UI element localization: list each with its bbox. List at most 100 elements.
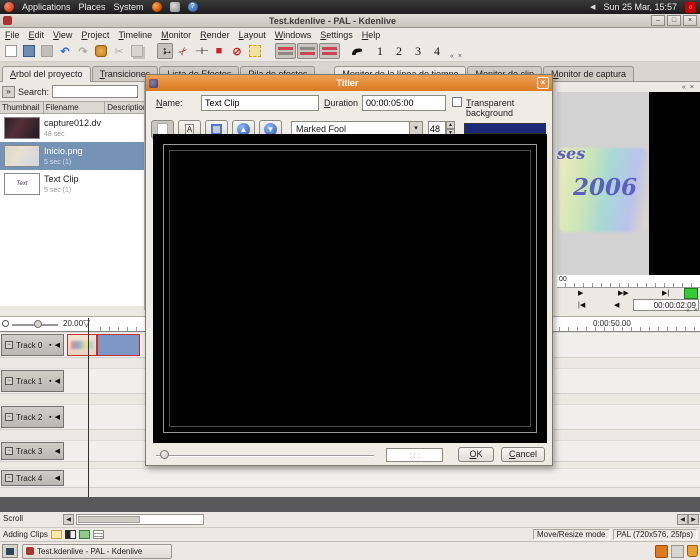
monitor-dock-controls[interactable]: « × bbox=[682, 84, 695, 91]
view-mode-2-button[interactable] bbox=[297, 43, 318, 59]
play-button[interactable]: ▶ bbox=[578, 289, 583, 297]
collapse-track-icon[interactable]: − bbox=[5, 447, 13, 455]
speaker-icon[interactable]: ◀ bbox=[55, 377, 60, 385]
menu-project[interactable]: Project bbox=[81, 30, 109, 40]
taskbar-window-button[interactable]: Test.kdenlive - PAL - Kdenlive bbox=[22, 544, 172, 559]
column-thumbnail[interactable]: Thumbnail bbox=[0, 102, 44, 113]
screenshot-icon[interactable] bbox=[170, 2, 180, 12]
contrast-toggle-icon[interactable] bbox=[65, 530, 76, 539]
new-document-icon[interactable] bbox=[3, 43, 19, 59]
track-header-0[interactable]: − Track 0 ▪ ◀ bbox=[1, 334, 64, 356]
fast-forward-button[interactable]: ▶▶ bbox=[618, 289, 629, 297]
track-header-2[interactable]: − Track 2 ▪ ◀ bbox=[1, 406, 64, 428]
clip-row-inicio[interactable]: Inicio.png 5 sec (1) bbox=[0, 142, 144, 170]
spacer-tool-icon[interactable]: ⊣⊢ bbox=[193, 43, 209, 59]
timeline-clip-blue[interactable] bbox=[97, 334, 140, 356]
clip-name-input[interactable] bbox=[201, 95, 319, 111]
minimize-button[interactable]: – bbox=[651, 15, 665, 26]
track-header-4[interactable]: − Track 4 ◀ bbox=[1, 470, 64, 486]
close-button[interactable]: × bbox=[683, 15, 697, 26]
video-thumbs-toggle-icon[interactable] bbox=[79, 530, 90, 539]
layout-number-2[interactable]: 2 bbox=[396, 44, 402, 59]
zoom-slider-handle[interactable] bbox=[34, 320, 42, 328]
monitor-ruler[interactable]: 00 bbox=[557, 275, 700, 288]
panel-menu-system[interactable]: System bbox=[114, 2, 144, 12]
dialog-titlebar[interactable]: Titler × bbox=[146, 75, 552, 91]
preview-slider[interactable] bbox=[156, 455, 374, 457]
menu-settings[interactable]: Settings bbox=[320, 30, 353, 40]
menu-windows[interactable]: Windows bbox=[275, 30, 312, 40]
timeline-clip-inicio[interactable] bbox=[67, 334, 97, 356]
undo-icon[interactable]: ↶ bbox=[57, 43, 73, 59]
save-icon[interactable] bbox=[39, 43, 55, 59]
transparent-background-checkbox[interactable] bbox=[452, 97, 462, 107]
copy-icon[interactable] bbox=[129, 43, 145, 59]
markers-toggle-icon[interactable] bbox=[93, 530, 104, 539]
clip-row-capture[interactable]: capture012.dv 48 sec bbox=[0, 114, 144, 142]
menu-monitor[interactable]: Monitor bbox=[161, 30, 191, 40]
video-track-icon[interactable]: ▪ bbox=[49, 378, 51, 385]
menu-layout[interactable]: Layout bbox=[239, 30, 266, 40]
column-filename[interactable]: Filename bbox=[44, 102, 106, 113]
help-icon[interactable]: ? bbox=[188, 2, 198, 12]
show-desktop-button[interactable] bbox=[2, 544, 18, 558]
dialog-timecode-field[interactable] bbox=[386, 448, 443, 462]
speaker-icon[interactable]: ◀ bbox=[55, 447, 60, 455]
collapse-track-icon[interactable]: − bbox=[5, 377, 13, 385]
razor-tool-icon[interactable]: ✂ bbox=[172, 40, 195, 63]
layout-number-3[interactable]: 3 bbox=[415, 44, 421, 59]
track-header-3[interactable]: − Track 3 ◀ bbox=[1, 442, 64, 460]
search-input[interactable] bbox=[52, 85, 138, 98]
ok-button[interactable]: OK bbox=[458, 447, 494, 462]
text-color-swatch[interactable] bbox=[464, 123, 546, 134]
collapse-track-icon[interactable]: − bbox=[5, 341, 13, 349]
tab-project-tree[interactable]: Arbol del proyecto bbox=[2, 66, 91, 82]
video-track-icon[interactable]: ▪ bbox=[49, 414, 51, 421]
window-titlebar[interactable]: Test.kdenlive - PAL - Kdenlive – □ × bbox=[0, 14, 700, 28]
redo-icon[interactable]: ↷ bbox=[75, 43, 91, 59]
track-header-1[interactable]: − Track 1 ▪ ◀ bbox=[1, 370, 64, 392]
panel-clock[interactable]: Sun 25 Mar, 15:57 bbox=[603, 2, 677, 12]
tab-capture-monitor[interactable]: Monitor de captura bbox=[543, 66, 634, 81]
panel-menu-applications[interactable]: Applications bbox=[22, 2, 71, 12]
speaker-icon[interactable]: ◀ bbox=[55, 474, 60, 482]
menu-timeline[interactable]: Timeline bbox=[118, 30, 152, 40]
menu-view[interactable]: View bbox=[53, 30, 72, 40]
duration-input[interactable] bbox=[362, 95, 446, 111]
paste-icon[interactable] bbox=[93, 43, 109, 59]
volume-icon[interactable]: ◀ bbox=[590, 3, 595, 11]
skip-end-button[interactable]: ▶| bbox=[662, 289, 669, 297]
scroll-left-button-2[interactable]: ◀ bbox=[677, 514, 688, 525]
step-back-button[interactable]: ◀ bbox=[614, 301, 619, 309]
scroll-right-button[interactable]: ▶ bbox=[688, 514, 699, 525]
maximize-button[interactable]: □ bbox=[667, 15, 681, 26]
zone-button[interactable] bbox=[684, 288, 698, 299]
open-project-icon[interactable] bbox=[21, 43, 37, 59]
record-icon[interactable]: ■ bbox=[211, 43, 227, 59]
view-mode-1-button[interactable] bbox=[275, 43, 296, 59]
toolbar-dock-controls[interactable]: « × bbox=[450, 53, 463, 60]
menu-render[interactable]: Render bbox=[200, 30, 230, 40]
distro-logo-icon[interactable] bbox=[4, 2, 14, 12]
layout-number-1[interactable]: 1 bbox=[377, 44, 383, 59]
scrollbar-thumb[interactable] bbox=[78, 516, 140, 523]
skip-start-button[interactable]: |◀ bbox=[578, 301, 585, 309]
collapse-track-icon[interactable]: − bbox=[5, 474, 13, 482]
clip-row-textclip[interactable]: Text Text Clip 5 sec (1) bbox=[0, 170, 144, 198]
timeline-playhead[interactable] bbox=[88, 318, 89, 497]
workspace-icon[interactable] bbox=[671, 545, 684, 558]
dialog-close-button[interactable]: × bbox=[537, 77, 549, 89]
menu-help[interactable]: Help bbox=[362, 30, 381, 40]
menu-file[interactable]: File bbox=[5, 30, 20, 40]
preview-slider-handle[interactable] bbox=[160, 450, 169, 459]
speaker-icon[interactable]: ◀ bbox=[55, 341, 60, 349]
horizontal-scrollbar[interactable] bbox=[76, 514, 204, 525]
horn-icon[interactable] bbox=[348, 43, 364, 59]
power-icon[interactable]: ○ bbox=[685, 2, 696, 13]
workspace-switcher-icon[interactable] bbox=[655, 545, 668, 558]
track-row-4[interactable]: − Track 4 ◀ bbox=[0, 468, 700, 488]
layout-number-4[interactable]: 4 bbox=[434, 44, 440, 59]
firefox-icon[interactable] bbox=[152, 2, 162, 12]
title-canvas[interactable] bbox=[153, 134, 547, 443]
collapse-track-icon[interactable]: − bbox=[5, 413, 13, 421]
